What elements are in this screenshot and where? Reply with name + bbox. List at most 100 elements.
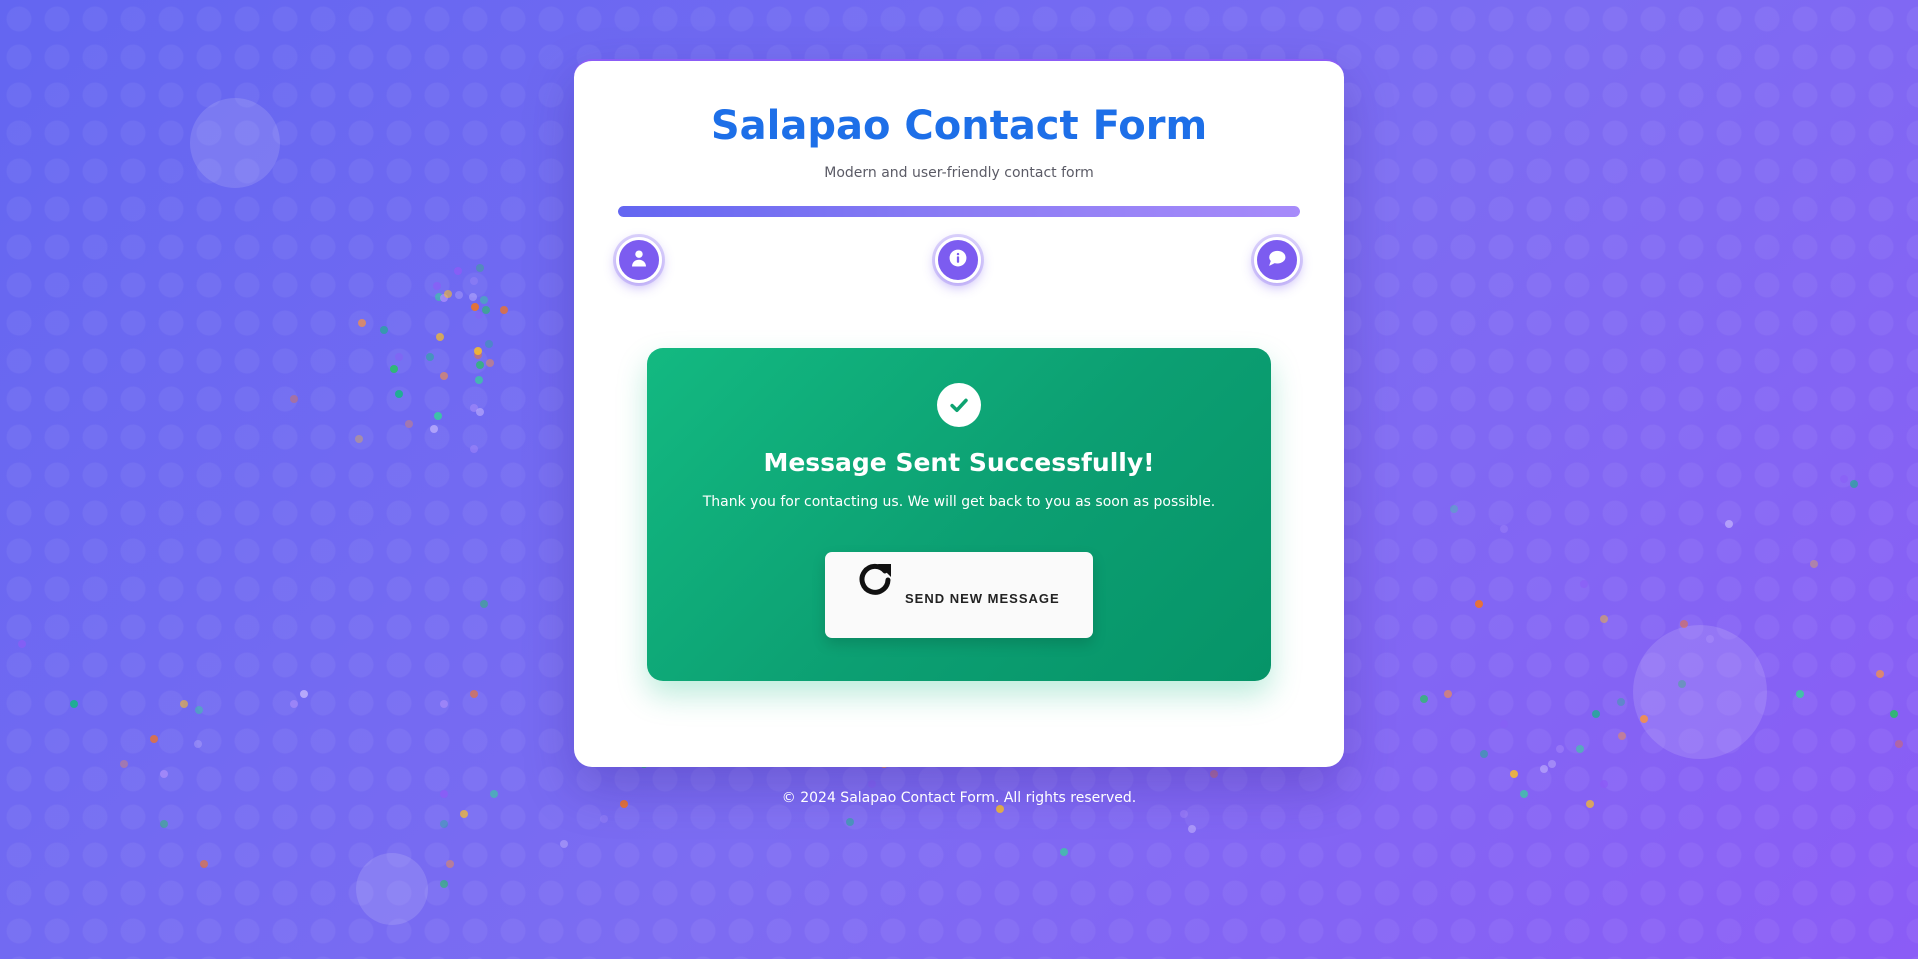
confetti-dot — [476, 361, 484, 369]
confetti-dot — [405, 420, 413, 428]
refresh-icon — [855, 558, 895, 598]
progress-bar — [618, 206, 1300, 217]
decorative-bubble — [190, 98, 280, 188]
confetti-dot — [1617, 698, 1625, 706]
contact-form-card: Salapao Contact Form Modern and user-fri… — [574, 59, 1344, 767]
confetti-dot — [1796, 690, 1804, 698]
step-message[interactable] — [1254, 237, 1300, 283]
confetti-dot — [1450, 505, 1458, 513]
confetti-dot — [390, 365, 398, 373]
form-title: Salapao Contact Form — [710, 103, 1208, 149]
confetti-dot — [470, 277, 478, 285]
confetti-dot — [70, 700, 78, 708]
confetti-dot — [482, 306, 490, 314]
confetti-dot — [1592, 710, 1600, 718]
step-personal-info[interactable] — [616, 237, 662, 283]
confetti-dot — [1890, 710, 1898, 718]
confetti-dot — [470, 445, 478, 453]
confetti-dot — [395, 353, 403, 361]
progress-fill — [618, 206, 1300, 217]
user-icon — [630, 249, 648, 271]
confetti-dot — [1475, 600, 1483, 608]
confetti-dot — [1548, 760, 1556, 768]
confetti-dot — [1210, 770, 1218, 778]
confetti-dot — [358, 319, 366, 327]
confetti-dot — [440, 820, 448, 828]
confetti-dot — [600, 815, 608, 823]
confetti-dot — [200, 860, 208, 868]
confetti-dot — [160, 820, 168, 828]
confetti-dot — [426, 353, 434, 361]
confetti-dot — [430, 425, 438, 433]
confetti-dot — [1640, 715, 1648, 723]
confetti-dot — [440, 880, 448, 888]
confetti-dot — [440, 700, 448, 708]
footer-copyright: © 2024 Salapao Contact Form. All rights … — [781, 790, 1137, 806]
confetti-dot — [1678, 680, 1686, 688]
confetti-dot — [1600, 780, 1608, 788]
confetti-dot — [1600, 615, 1608, 623]
confetti-dot — [996, 805, 1004, 813]
confetti-dot — [476, 408, 484, 416]
confetti-dot — [1618, 732, 1626, 740]
confetti-dot — [480, 600, 488, 608]
confetti-dot — [1510, 770, 1518, 778]
confetti-dot — [1060, 848, 1068, 856]
confetti-dot — [846, 818, 854, 826]
confetti-dot — [1556, 745, 1564, 753]
confetti-dot — [440, 372, 448, 380]
confetti-dot — [469, 293, 477, 301]
confetti-dot — [180, 700, 188, 708]
confetti-dot — [436, 333, 444, 341]
confetti-dot — [380, 326, 388, 334]
confetti-dot — [1188, 825, 1196, 833]
confetti-dot — [1725, 520, 1733, 528]
confetti-dot — [474, 347, 482, 355]
confetti-dot — [1540, 765, 1548, 773]
confetti-dot — [1444, 690, 1452, 698]
confetti-dot — [460, 810, 468, 818]
confetti-dot — [433, 282, 441, 290]
check-icon — [937, 383, 981, 427]
confetti-dot — [434, 412, 442, 420]
confetti-dot — [160, 770, 168, 778]
confetti-dot — [150, 735, 158, 743]
confetti-dot — [18, 640, 26, 648]
send-new-message-button[interactable]: SEND NEW MESSAGE — [825, 552, 1093, 638]
comment-icon — [1268, 249, 1286, 271]
confetti-dot — [446, 860, 454, 868]
confetti-dot — [120, 760, 128, 768]
confetti-dot — [455, 291, 463, 299]
confetti-dot — [1420, 695, 1428, 703]
confetti-dot — [1840, 475, 1848, 483]
confetti-dot — [1580, 580, 1588, 588]
confetti-dot — [1480, 750, 1488, 758]
success-panel: Message Sent Successfully! Thank you for… — [647, 348, 1271, 681]
confetti-dot — [480, 296, 488, 304]
confetti-dot — [868, 780, 876, 788]
confetti-dot — [1500, 720, 1508, 728]
confetti-dot — [1500, 525, 1508, 533]
success-message: Thank you for contacting us. We will get… — [702, 494, 1216, 510]
confetti-dot — [355, 435, 363, 443]
confetti-dot — [290, 395, 298, 403]
send-new-message-label: SEND NEW MESSAGE — [905, 591, 1060, 606]
confetti-dot — [195, 706, 203, 714]
confetti-dot — [1576, 745, 1584, 753]
confetti-dot — [475, 376, 483, 384]
form-subtitle: Modern and user-friendly contact form — [824, 165, 1094, 181]
confetti-dot — [1810, 560, 1818, 568]
confetti-dot — [300, 690, 308, 698]
confetti-dot — [444, 290, 452, 298]
confetti-dot — [1180, 810, 1188, 818]
confetti-dot — [395, 390, 403, 398]
confetti-dot — [194, 740, 202, 748]
confetti-dot — [454, 267, 462, 275]
step-details[interactable] — [935, 237, 981, 283]
confetti-dot — [1876, 670, 1884, 678]
confetti-dot — [1895, 740, 1903, 748]
confetti-dot — [1706, 635, 1714, 643]
confetti-dot — [476, 264, 484, 272]
confetti-dot — [290, 700, 298, 708]
confetti-dot — [470, 690, 478, 698]
